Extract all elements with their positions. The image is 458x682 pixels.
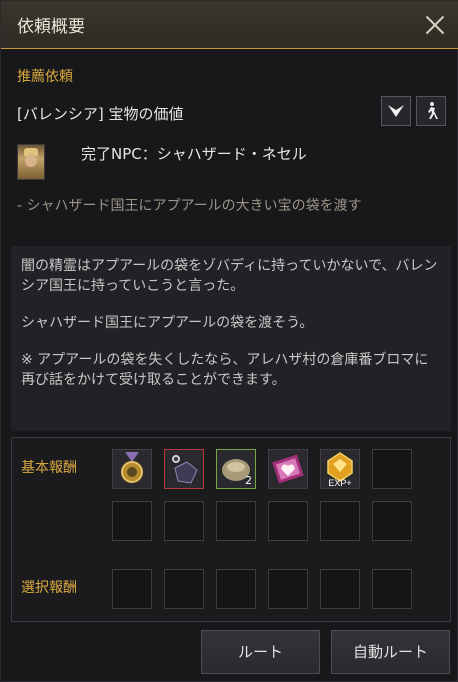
npc-portrait — [17, 144, 45, 180]
quest-name: [バレンシア] 宝物の価値 — [17, 105, 184, 123]
item-count: 2 — [245, 474, 252, 487]
select-reward-slot[interactable] — [164, 569, 204, 609]
reward-slot-empty — [372, 449, 412, 489]
description-paragraph: 闇の精霊はアプアールの袋をゾバディに持っていかないで、バレンシア国王に持っていこ… — [21, 258, 438, 294]
exp-gem-icon: EXP+ — [327, 452, 353, 488]
auto-walk-button[interactable] — [416, 96, 446, 126]
reward-slot-empty — [320, 501, 360, 541]
reward-panel: 基本報酬 選択報酬 2 EXP+ — [11, 437, 451, 622]
walking-person-icon — [428, 102, 438, 119]
basic-reward-label: 基本報酬 — [21, 460, 77, 476]
navigation-arrow-icon — [388, 105, 404, 117]
description-paragraph: シャハザード国王にアプアールの袋を渡そう。 — [21, 315, 314, 331]
quest-objective: - シャハザード国王にアプアールの大きい宝の袋を渡す — [17, 198, 362, 214]
select-reward-slot[interactable] — [268, 569, 308, 609]
reward-slot-empty — [112, 501, 152, 541]
exp-label: EXP+ — [328, 478, 351, 488]
quest-description: 闇の精霊はアプアールの袋をゾバディに持っていかないで、バレンシア国王に持っていこ… — [11, 246, 451, 431]
medal-icon — [121, 452, 143, 483]
auto-route-button[interactable]: 自動ルート — [331, 630, 450, 674]
select-reward-slot[interactable] — [112, 569, 152, 609]
select-reward-label: 選択報酬 — [21, 580, 77, 596]
completion-npc: 完了NPC：シャハザード・ネセル — [81, 145, 307, 163]
title-bar[interactable]: 依頼概要 — [1, 1, 458, 49]
description-paragraph: ※ アプアールの袋を失くしたなら、アレハザ村の倉庫番ブロマに再び話をかけて受け取… — [21, 352, 429, 388]
quest-summary-window: 依頼概要 推薦依頼 [バレンシア] 宝物の価値 完了NPC：シャハザード・ネセル… — [0, 0, 458, 682]
reward-slot-black-stone[interactable] — [164, 449, 204, 489]
reward-slot-empty — [216, 501, 256, 541]
close-icon[interactable] — [421, 11, 449, 39]
reward-slot-pink-scroll[interactable] — [268, 449, 308, 489]
reward-slot-empty — [372, 501, 412, 541]
reward-slot-medal[interactable] — [112, 449, 152, 489]
select-reward-slot[interactable] — [372, 569, 412, 609]
select-reward-slot[interactable] — [320, 569, 360, 609]
pink-scroll-icon — [272, 454, 304, 484]
reward-slot-empty — [268, 501, 308, 541]
reward-slot-exp[interactable]: EXP+ — [320, 449, 360, 489]
route-button[interactable]: ルート — [201, 630, 320, 674]
reward-slot-coin-pouch[interactable]: 2 — [216, 449, 256, 489]
section-label: 推薦依頼 — [17, 69, 73, 85]
black-stone-icon — [172, 455, 198, 484]
window-title: 依頼概要 — [17, 17, 85, 37]
navigate-button[interactable] — [381, 96, 411, 126]
select-reward-slot[interactable] — [216, 569, 256, 609]
reward-slot-empty — [164, 501, 204, 541]
